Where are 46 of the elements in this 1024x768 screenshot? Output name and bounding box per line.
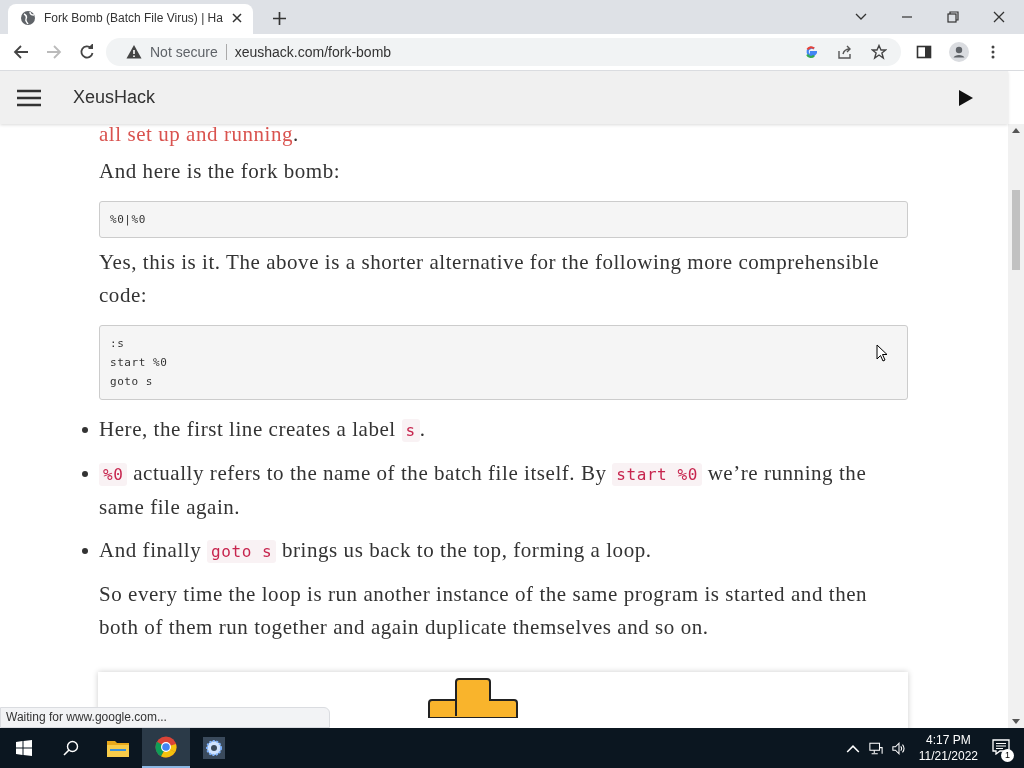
close-icon[interactable] bbox=[230, 12, 243, 24]
bullet-item: Here, the first line creates a label s . bbox=[81, 413, 908, 447]
menu-icon[interactable] bbox=[17, 88, 41, 107]
side-panel-icon[interactable] bbox=[916, 44, 932, 60]
star-icon[interactable] bbox=[871, 44, 887, 60]
reload-icon[interactable] bbox=[79, 44, 95, 60]
scroll-down-icon[interactable] bbox=[1012, 719, 1020, 724]
cursor-icon bbox=[876, 344, 888, 362]
paragraph: So every time the loop is run another instance of the same program is started and then both of them run together and again duplicate themselves and so on. bbox=[99, 581, 869, 641]
scrollbar[interactable] bbox=[1008, 124, 1024, 728]
back-icon[interactable] bbox=[13, 44, 29, 60]
article-link[interactable]: all set up and running bbox=[99, 124, 294, 146]
clock-date[interactable]: 11/21/2022 bbox=[918, 748, 978, 764]
address-bar[interactable]: Not secure xeushack.com/fork-bomb bbox=[106, 38, 901, 66]
status-bubble: Waiting for www.google.com... bbox=[0, 707, 330, 728]
notification-badge: 1 bbox=[1001, 749, 1014, 762]
search-icon[interactable] bbox=[63, 740, 79, 756]
clock-time[interactable]: 4:17 PM bbox=[926, 732, 971, 748]
paragraph-text: . bbox=[293, 124, 299, 146]
windows-start-icon[interactable] bbox=[16, 740, 32, 756]
site-title[interactable]: XeusHack bbox=[73, 87, 156, 108]
code-line: :s bbox=[110, 336, 125, 352]
play-icon[interactable] bbox=[959, 89, 973, 106]
warning-icon bbox=[126, 44, 142, 60]
new-tab-icon[interactable] bbox=[272, 12, 286, 25]
code-line: start %0 bbox=[110, 355, 168, 371]
browser-tab[interactable]: Fork Bomb (Batch File Virus) | Ha bbox=[8, 4, 253, 34]
network-icon[interactable] bbox=[868, 741, 883, 755]
scrollbar-thumb[interactable] bbox=[1012, 190, 1020, 270]
scroll-up-icon[interactable] bbox=[1012, 128, 1020, 133]
bullet-item: %0 actually refers to the name of the batch file itself. By start %0 we’re running the same file again. bbox=[81, 457, 908, 524]
code-line: goto s bbox=[110, 374, 154, 390]
restore-icon[interactable] bbox=[947, 11, 959, 23]
globe-icon bbox=[20, 10, 36, 26]
paragraph: And here is the fork bomb: bbox=[99, 158, 342, 185]
bullet-item: And finally goto s brings us back to the top, forming a loop. bbox=[81, 534, 908, 568]
security-label: Not secure bbox=[150, 44, 218, 60]
paragraph: Yes, this is it. The above is a shorter alternative for the following more comprehensible code: bbox=[99, 249, 881, 309]
code-line: %0|%0 bbox=[110, 212, 146, 228]
close-icon[interactable] bbox=[993, 11, 1005, 23]
share-icon[interactable] bbox=[837, 44, 853, 60]
url-text: xeushack.com/fork-bomb bbox=[234, 44, 392, 60]
profile-icon[interactable] bbox=[949, 42, 969, 62]
volume-icon[interactable] bbox=[891, 741, 906, 755]
tab-title: Fork Bomb (Batch File Virus) | Ha bbox=[44, 11, 223, 25]
chrome-icon[interactable] bbox=[142, 728, 190, 768]
